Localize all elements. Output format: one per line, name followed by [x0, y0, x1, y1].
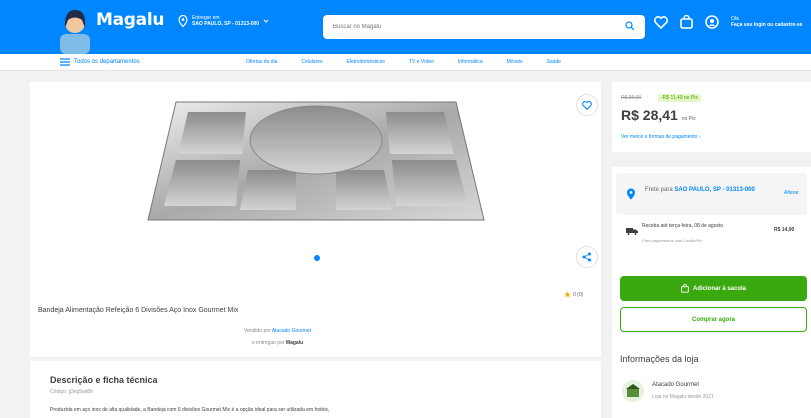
store-info-heading: Informações da loja: [620, 354, 699, 364]
share-icon: [582, 252, 591, 262]
current-price: R$ 28,41 no Pix: [621, 107, 696, 123]
magalu-logo[interactable]: Magalu: [96, 10, 164, 30]
category-nav: Todos os departamentos Ofertas do dia Ce…: [0, 54, 811, 71]
delivery-location[interactable]: Entregar em SAO PAULO, SP - 01313-000: [178, 15, 269, 27]
star-icon: [564, 291, 571, 298]
discount-badge: -R$ 11,49 no Pix: [658, 94, 701, 102]
bag-icon[interactable]: [680, 15, 693, 29]
search-bar[interactable]: [323, 15, 645, 39]
all-departments-label: Todos os departamentos: [74, 59, 140, 65]
heart-icon: [582, 100, 592, 110]
price-value: R$ 28,41: [621, 107, 678, 123]
buy-now-button[interactable]: Comprar agora: [620, 307, 807, 332]
truck-icon: [626, 228, 638, 235]
user-action: Faça seu login ou cadastre-se: [731, 22, 803, 28]
user-login[interactable]: Olá Faça seu login ou cadastre-se: [731, 16, 802, 28]
location-pin-icon: [627, 188, 635, 200]
shipping-card: Frete para SAO PAULO, SP - 01313-000 Alt…: [612, 167, 811, 270]
delivered-by-label: e entregue por: [252, 340, 285, 346]
shipping-location-text: Frete para SAO PAULO, SP - 01313-000: [645, 186, 763, 195]
header-icons: Olá Faça seu login ou cadastre-se: [654, 15, 802, 29]
store-since: Loja no Magalu desde 2021: [652, 394, 714, 400]
nav-item[interactable]: Móveis: [507, 59, 523, 65]
header: Magalu Entregar em SAO PAULO, SP - 01313…: [0, 0, 811, 54]
nav-item[interactable]: TV e Vídeo: [409, 59, 434, 65]
heart-icon[interactable]: [654, 15, 668, 29]
product-image[interactable]: [144, 94, 488, 228]
user-icon[interactable]: [705, 15, 719, 29]
price-suffix: no Pix: [681, 116, 696, 122]
payment-methods-link[interactable]: Ver meios e formas de pagamento ›: [621, 134, 701, 140]
store-info-card: Informações da loja Atacado Gourmet Loja…: [612, 342, 811, 418]
description-text: Produzida em aço inox de alta qualidade,…: [50, 407, 330, 413]
purchase-actions: Adicionar à sacola Comprar agora: [612, 270, 811, 342]
store-logo[interactable]: [622, 380, 644, 402]
nav-item[interactable]: Celulares: [301, 59, 322, 65]
location-pin-icon: [178, 15, 188, 27]
product-code: Código: jj3eg9ad0h: [50, 389, 94, 395]
delivered-by-value: Magalu: [285, 340, 304, 346]
carousel-dot[interactable]: [314, 255, 320, 261]
change-location-button[interactable]: Alterar: [784, 190, 799, 196]
sold-by: Vendido por Atacado Gourmet: [244, 328, 311, 334]
description-card: Descrição e ficha técnica Código: jj3eg9…: [30, 361, 601, 418]
chevron-down-icon: [263, 19, 269, 23]
shipping-location: SAO PAULO, SP - 01313-000: [674, 187, 755, 193]
search-icon[interactable]: [625, 21, 635, 31]
add-to-cart-label: Adicionar à sacola: [692, 285, 747, 292]
add-to-cart-button[interactable]: Adicionar à sacola: [620, 276, 807, 301]
all-departments-menu[interactable]: Todos os departamentos: [60, 58, 140, 66]
nav-item[interactable]: Informática: [458, 59, 483, 65]
sold-by-label: Vendido por: [244, 328, 271, 334]
search-input[interactable]: [323, 15, 613, 39]
shipping-location-box[interactable]: Frete para SAO PAULO, SP - 01313-000 Alt…: [616, 173, 807, 215]
description-heading: Descrição e ficha técnica: [50, 375, 158, 385]
store-name[interactable]: Atacado Gourmet: [652, 382, 699, 388]
bag-icon: [681, 284, 689, 293]
delivered-by: e entregue por Magalu: [252, 340, 303, 346]
mascot-avatar: [60, 10, 90, 54]
menu-icon: [60, 58, 70, 66]
share-button[interactable]: [576, 246, 598, 268]
nav-item[interactable]: Saúde: [546, 59, 560, 65]
favorite-button[interactable]: [576, 94, 598, 116]
chevron-right-icon: ›: [698, 134, 701, 140]
location-value: SAO PAULO, SP - 01313-000: [192, 21, 260, 27]
delivery-subtext: Para pagamentos com Cartão/Pix: [642, 238, 703, 243]
delivery-estimate: Receba até terça-feira, 08 de agosto: [642, 223, 724, 229]
nav-item[interactable]: Ofertas do dia: [246, 59, 277, 65]
rating-value: 0 (0): [573, 291, 584, 298]
delivery-price: R$ 14,90: [774, 227, 795, 233]
shipping-label: Frete para: [645, 187, 673, 193]
price-card: R$ 39,90 -R$ 11,49 no Pix R$ 28,41 no Pi…: [612, 82, 811, 152]
product-rating[interactable]: 0 (0): [564, 291, 583, 298]
product-card: 0 (0) Bandeja Alimentação Refeição 6 Div…: [30, 82, 601, 357]
product-title: Bandeja Alimentação Refeição 6 Divisões …: [38, 307, 239, 314]
seller-link[interactable]: Atacado Gourmet: [272, 328, 311, 334]
payment-link-text: Ver meios e formas de pagamento: [621, 134, 698, 140]
nav-item[interactable]: Eletrodomésticos: [347, 59, 385, 65]
old-price: R$ 39,90: [621, 95, 642, 101]
